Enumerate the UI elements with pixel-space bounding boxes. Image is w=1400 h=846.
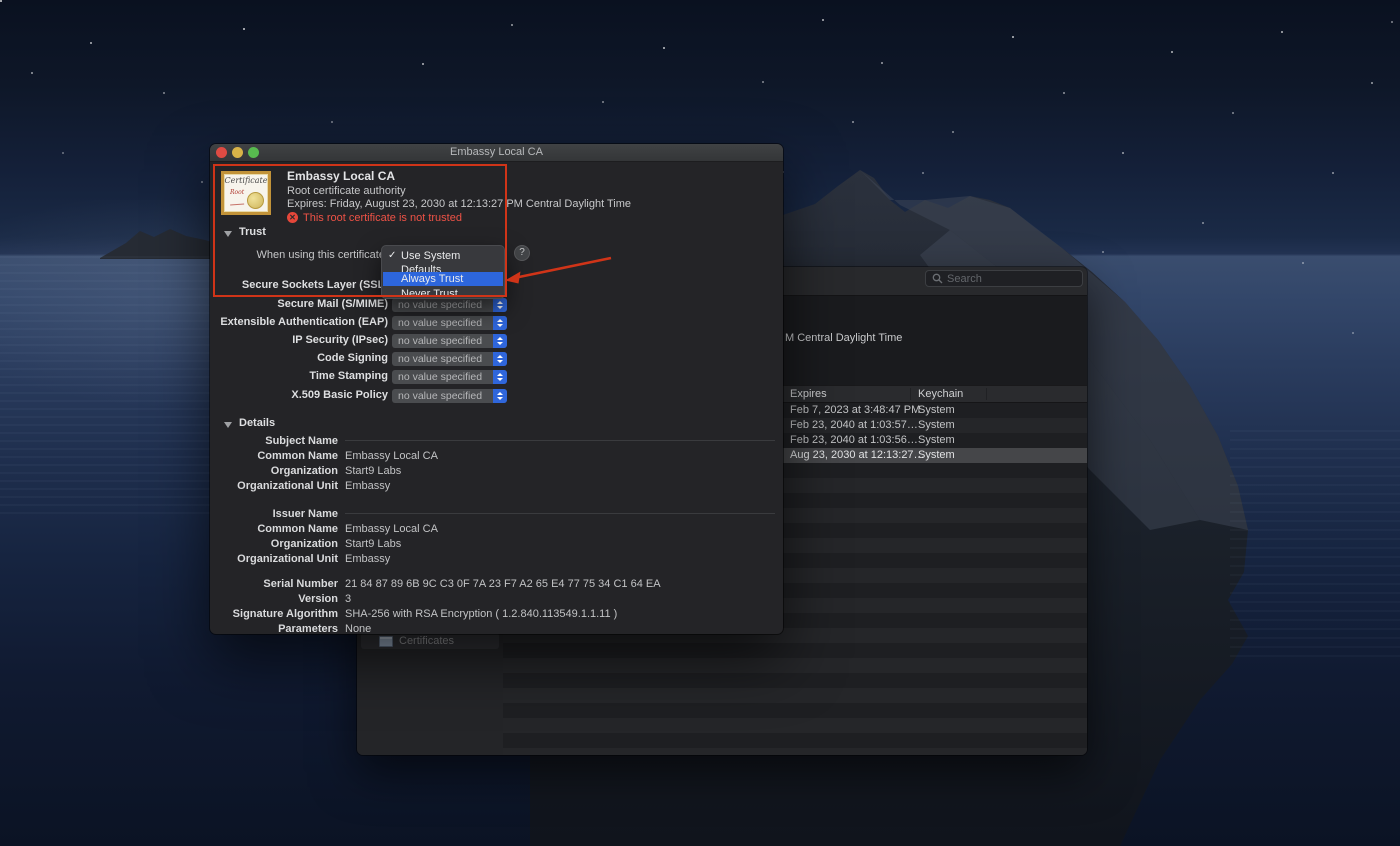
menu-item-never-trust[interactable]: Never Trust: [383, 287, 503, 301]
policy-popup[interactable]: no value specified: [392, 352, 507, 366]
detail-row: Parameters None: [210, 621, 775, 634]
ssl-label: Secure Sockets Layer (SSL): [210, 279, 388, 291]
policy-label: Extensible Authentication (EAP): [210, 316, 388, 328]
detail-row: Serial Number 21 84 87 89 6B 9C C3 0F 7A…: [210, 576, 775, 591]
certificate-type: Root certificate authority: [287, 185, 406, 197]
policy-popup[interactable]: no value specified: [392, 389, 507, 403]
detail-row: Organizational Unit Embassy: [210, 551, 775, 566]
column-separator[interactable]: [986, 388, 987, 400]
cell-expires: Feb 7, 2023 at 3:48:47 PM: [790, 403, 920, 418]
details-section-label: Details: [239, 417, 275, 429]
cell-expires: Feb 23, 2040 at 1:03:57…: [790, 418, 918, 433]
certificate-name: Embassy Local CA: [287, 169, 395, 183]
popup-stepper-icon: [493, 370, 507, 384]
policy-popup[interactable]: no value specified: [392, 316, 507, 330]
column-separator[interactable]: [910, 388, 911, 400]
certificate-expiry: Expires: Friday, August 23, 2030 at 12:1…: [287, 198, 631, 210]
when-using-label: When using this certificate:: [210, 249, 388, 261]
trust-warning-text: This root certificate is not trusted: [303, 212, 462, 224]
detail-row: Subject Name: [210, 433, 775, 448]
column-header-keychain[interactable]: Keychain: [918, 386, 963, 402]
certificate-window: Embassy Local CA Certificate Root Embass…: [210, 144, 783, 634]
search-input[interactable]: Search: [925, 270, 1083, 287]
detail-row: Issuer Name: [210, 506, 775, 521]
detail-row: Signature Algorithm SHA-256 with RSA Enc…: [210, 606, 775, 621]
desktop: Search Certificates M Central Daylight T…: [0, 0, 1400, 846]
column-header-expires[interactable]: Expires: [790, 386, 827, 402]
policy-label: Secure Mail (S/MIME): [210, 298, 388, 310]
policy-label: Time Stamping: [210, 370, 388, 382]
certificate-icon: Certificate Root: [221, 171, 271, 215]
detail-row: Organization Start9 Labs: [210, 536, 775, 551]
cell-keychain: System: [918, 418, 955, 433]
trust-disclosure-triangle[interactable]: [224, 231, 232, 237]
gold-seal: [247, 192, 264, 209]
sidebar-item-label: Certificates: [399, 635, 454, 647]
detail-row: Organizational Unit Embassy: [210, 478, 775, 493]
policy-popup[interactable]: no value specified: [392, 334, 507, 348]
help-button[interactable]: ?: [514, 245, 530, 261]
policy-label: IP Security (IPsec): [210, 334, 388, 346]
partial-expiry-text: M Central Daylight Time: [785, 332, 902, 344]
policy-label: Code Signing: [210, 352, 388, 364]
details-disclosure-triangle[interactable]: [224, 422, 232, 428]
policy-popup[interactable]: no value specified: [392, 370, 507, 384]
trust-popup-menu: ✓ Use System Defaults Always Trust Never…: [381, 245, 505, 299]
cell-keychain: System: [918, 433, 955, 448]
menu-item-use-system-defaults[interactable]: ✓ Use System Defaults: [383, 249, 503, 263]
details-rows: Subject Name Common Name Embassy Local C…: [210, 433, 775, 634]
not-trusted-icon: ✕: [287, 212, 298, 223]
cell-keychain: System: [918, 403, 955, 418]
ocean-streaks-right: [1230, 430, 1400, 660]
trust-section-label: Trust: [239, 226, 266, 238]
popup-stepper-icon: [493, 389, 507, 403]
title-bar[interactable]: Embassy Local CA: [210, 144, 783, 162]
popup-stepper-icon: [493, 316, 507, 330]
cell-keychain: System: [918, 448, 955, 463]
cell-expires: Aug 23, 2030 at 12:13:27…: [790, 448, 925, 463]
window-title: Embassy Local CA: [210, 144, 783, 161]
sidebar-item-certificates[interactable]: Certificates: [361, 633, 499, 649]
search-icon: [932, 273, 943, 284]
certificate-category-icon: [379, 636, 393, 647]
search-placeholder: Search: [947, 273, 982, 285]
trust-warning: ✕ This root certificate is not trusted: [287, 211, 462, 224]
detail-row: Organization Start9 Labs: [210, 463, 775, 478]
detail-row: Common Name Embassy Local CA: [210, 521, 775, 536]
cell-expires: Feb 23, 2040 at 1:03:56…: [790, 433, 918, 448]
menu-item-always-trust[interactable]: Always Trust: [383, 272, 503, 286]
policy-label: X.509 Basic Policy: [210, 389, 388, 401]
check-icon: ✓: [388, 249, 398, 263]
detail-row: Common Name Embassy Local CA: [210, 448, 775, 463]
detail-row: Version 3: [210, 591, 775, 606]
popup-stepper-icon: [493, 352, 507, 366]
popup-stepper-icon: [493, 334, 507, 348]
